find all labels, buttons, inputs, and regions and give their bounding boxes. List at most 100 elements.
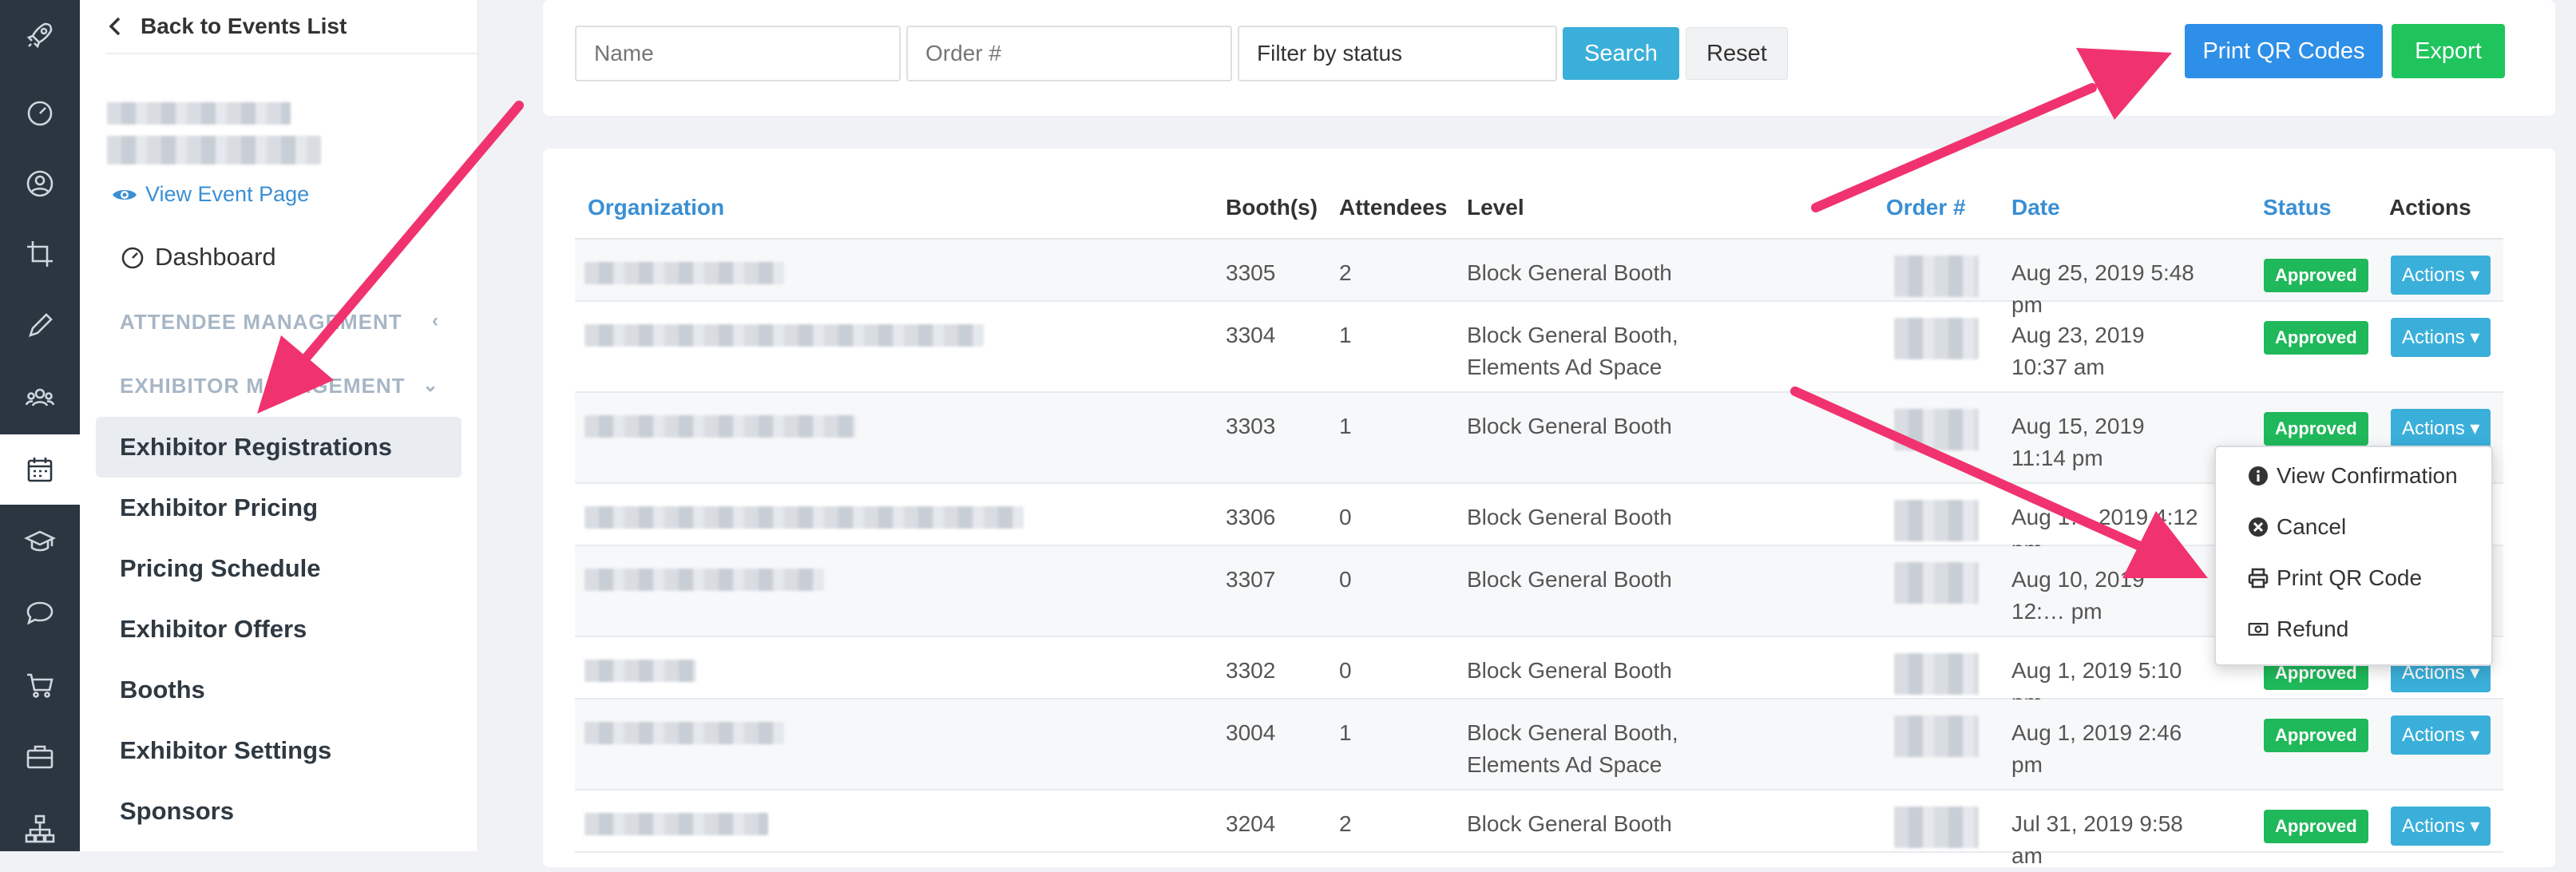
actions-dropdown-button[interactable]: Actions ▾ (2391, 807, 2491, 846)
event-sidebar: Back to Events List View Event Page Dash… (80, 0, 478, 851)
table-row: 3004 1 Block General Booth, Elements Ad Sp… (575, 700, 2503, 791)
col-actions: Actions (2389, 195, 2471, 220)
view-event-page-link[interactable]: View Event Page (112, 182, 309, 207)
rail-item-profile[interactable] (0, 149, 80, 219)
date-cell: Aug 10, 2019 12:… pm (2011, 567, 2145, 624)
actions-dropdown-button[interactable]: Actions ▾ (2391, 256, 2491, 295)
graduation-cap-icon (24, 530, 56, 552)
rail-item-jobs[interactable] (0, 722, 80, 792)
rail-item-education[interactable] (0, 506, 80, 577)
level-cell: Block General Booth (1467, 260, 1672, 285)
group-exhibitor-management[interactable]: EXHIBITOR MANAGEMENT ⌄ (120, 374, 455, 398)
level-cell: Block General Booth, Elements Ad Space (1467, 323, 1678, 379)
rail-item-launch[interactable] (0, 0, 80, 70)
sidebar-item-dashboard[interactable]: Dashboard (120, 243, 276, 272)
rail-item-edit[interactable] (0, 291, 80, 361)
actions-dropdown-button[interactable]: Actions ▾ (2391, 409, 2491, 448)
col-organization[interactable]: Organization (588, 195, 724, 220)
sidebar-item-pricing-schedule[interactable]: Pricing Schedule (96, 538, 462, 599)
gauge-icon (121, 247, 144, 269)
sidebar-item-sponsors[interactable]: Sponsors (96, 781, 462, 842)
redacted-organization[interactable] (585, 660, 696, 682)
redacted-organization[interactable] (585, 722, 784, 744)
sidebar-item-exhibitor-pricing[interactable]: Exhibitor Pricing (96, 478, 462, 538)
group-attendee-management[interactable]: ATTENDEE MANAGEMENT ‹ (120, 310, 455, 335)
redacted-organization[interactable] (585, 813, 768, 835)
attendees-cell: 0 (1339, 658, 1352, 683)
booth-cell: 3204 (1226, 811, 1276, 836)
actions-dropdown-button[interactable]: Actions ▾ (2391, 318, 2491, 357)
cart-icon (27, 673, 54, 698)
rail-item-design[interactable] (0, 219, 80, 289)
rocket-icon (26, 22, 53, 49)
rail-item-dashboard[interactable] (0, 77, 80, 147)
sidebar-item-exhibitor-offers[interactable]: Exhibitor Offers (96, 599, 462, 660)
status-filter-select[interactable]: Filter by status (1238, 26, 1557, 81)
redacted-order-number (1894, 500, 1979, 541)
col-date[interactable]: Date (2011, 195, 2060, 220)
dashboard-label: Dashboard (155, 243, 276, 271)
redacted-organization[interactable] (585, 262, 784, 284)
status-badge: Approved (2264, 719, 2368, 752)
caret-down-icon: ▾ (2470, 418, 2480, 439)
briefcase-icon (26, 745, 54, 769)
menu-item-cancel[interactable]: Cancel (2248, 514, 2346, 540)
nav-label: Exhibitor Pricing (120, 493, 319, 521)
gauge-icon (27, 101, 53, 126)
col-status[interactable]: Status (2263, 195, 2332, 220)
name-filter-input[interactable] (575, 26, 901, 81)
rail-item-org[interactable] (0, 794, 80, 864)
rail-item-people[interactable] (0, 363, 80, 433)
redacted-order-number (1894, 653, 1979, 695)
attendees-cell: 0 (1339, 567, 1352, 592)
status-badge: Approved (2264, 810, 2368, 843)
menu-item-refund[interactable]: Refund (2248, 616, 2348, 642)
redacted-organization[interactable] (585, 506, 1024, 529)
back-to-events-link[interactable]: Back to Events List (105, 0, 478, 54)
sidebar-item-exhibitor-settings[interactable]: Exhibitor Settings (96, 720, 462, 781)
level-cell: Block General Booth (1467, 505, 1672, 529)
level-cell: Block General Booth, Elements Ad Space (1467, 720, 1678, 777)
redacted-order-number (1894, 715, 1979, 757)
menu-item-print-qr-code[interactable]: Print QR Code (2248, 565, 2422, 591)
sidebar-item-exhibitor-registrations[interactable]: Exhibitor Registrations (96, 417, 462, 478)
info-circle-icon (2249, 466, 2268, 486)
print-qr-codes-button[interactable]: Print QR Codes (2185, 24, 2383, 78)
reset-button[interactable]: Reset (1686, 27, 1788, 80)
status-badge: Approved (2264, 259, 2368, 292)
icon-rail (0, 0, 80, 851)
actions-label: Actions (2402, 327, 2465, 348)
attendees-cell: 2 (1339, 260, 1352, 285)
menu-item-view-confirmation[interactable]: View Confirmation (2248, 463, 2458, 489)
booth-cell: 3304 (1226, 323, 1276, 347)
rail-item-messages[interactable] (0, 578, 80, 648)
crop-icon (27, 241, 53, 267)
rail-item-events[interactable] (0, 434, 80, 505)
col-order[interactable]: Order # (1886, 195, 1966, 220)
attendees-cell: 0 (1339, 505, 1352, 529)
export-button[interactable]: Export (2392, 24, 2505, 78)
nav-label: Exhibitor Registrations (120, 433, 393, 461)
pencil-icon (28, 313, 53, 338)
redacted-organization[interactable] (585, 569, 824, 591)
rail-item-store[interactable] (0, 650, 80, 720)
menu-label: Print QR Code (2277, 565, 2423, 590)
nav-label: Exhibitor Offers (120, 615, 307, 643)
eye-icon (113, 189, 137, 200)
redacted-order-number (1894, 562, 1979, 604)
date-cell: Jul 31, 2019 9:58 am (2011, 811, 2183, 868)
order-filter-input[interactable] (906, 26, 1232, 81)
money-bill-icon (2248, 622, 2269, 636)
view-event-label: View Event Page (145, 182, 310, 206)
status-filter-label: Filter by status (1257, 41, 1403, 65)
search-button[interactable]: Search (1563, 27, 1679, 80)
redacted-organization[interactable] (585, 415, 856, 438)
redacted-order-number (1894, 409, 1979, 450)
redacted-event-name (107, 102, 291, 125)
actions-dropdown-button[interactable]: Actions ▾ (2391, 715, 2491, 755)
times-circle-icon (2249, 517, 2268, 537)
sidebar-item-booths[interactable]: Booths (96, 660, 462, 720)
menu-label: View Confirmation (2277, 463, 2458, 488)
redacted-organization[interactable] (585, 324, 984, 347)
group-label: ATTENDEE MANAGEMENT (120, 310, 402, 334)
